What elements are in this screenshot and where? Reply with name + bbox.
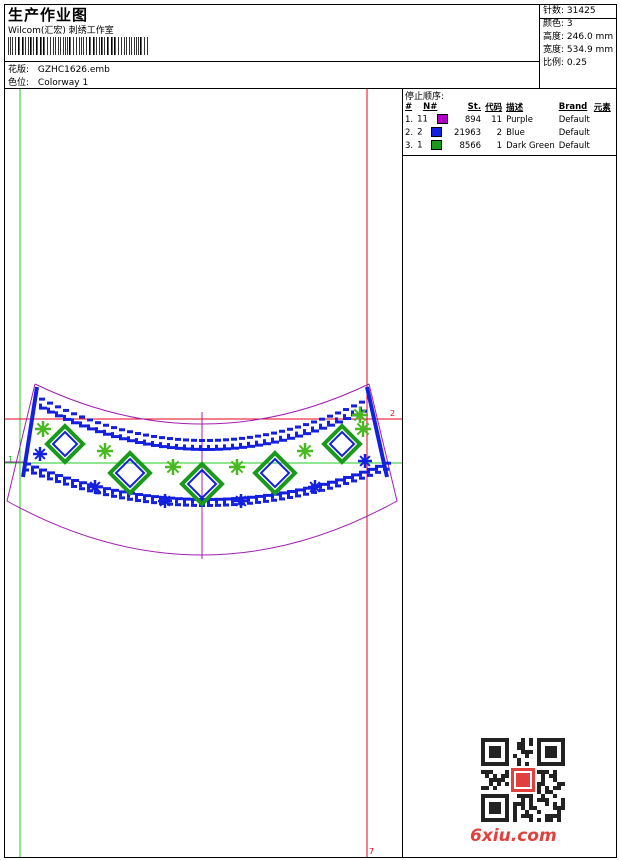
col-index: #	[405, 101, 413, 112]
row-stitches: 21963	[454, 127, 482, 138]
color-swatch	[431, 127, 443, 138]
side-panel-divider	[402, 88, 403, 858]
stats-panel: 针数: 31425 颜色: 3 高度: 246.0 mm 宽度: 534.9 m…	[543, 5, 613, 70]
thread-row: 3. 1 8566 1 Dark Green Default	[403, 139, 613, 152]
row-description: Blue	[506, 127, 525, 138]
row-brand: Default	[558, 114, 590, 125]
row-code: 11	[491, 114, 503, 125]
col-description: 描述	[506, 102, 524, 113]
guide-label-1: 1	[8, 455, 13, 464]
company-name: Wilcom(汇宏) 刺绣工作室	[8, 26, 114, 36]
height-row: 高度: 246.0 mm	[543, 31, 613, 44]
colorway-value: Colorway 1	[37, 78, 89, 88]
row-stitches: 8566	[459, 140, 482, 151]
row-needle: 2	[415, 126, 450, 139]
design-label: 花版:	[8, 65, 30, 75]
stitches-value: 31425	[566, 6, 596, 16]
row-description: Dark Green	[506, 140, 555, 151]
row-code: 1	[496, 140, 503, 151]
embroidery-canvas: 1 2 7	[5, 89, 402, 857]
scale-value: 0.25	[566, 58, 587, 68]
colorway-label: 色位:	[8, 78, 30, 88]
height-value: 246.0 mm	[566, 32, 614, 42]
colorway-row: 色位: Colorway 1	[8, 75, 88, 88]
color-swatch	[431, 140, 443, 151]
row-needle: 11	[415, 113, 450, 126]
embroidery-design	[21, 386, 391, 508]
design-row: 花版: GZHC1626.emb	[8, 62, 110, 75]
design-value: GZHC1626.emb	[37, 65, 110, 75]
colors-value: 3	[566, 19, 573, 29]
page-title: 生产作业图	[8, 6, 89, 24]
stitches-label: 针数:	[543, 6, 565, 16]
row-needle: 1	[415, 139, 450, 152]
stitches-row: 针数: 31425	[543, 5, 613, 18]
row-element	[592, 113, 613, 126]
row-element	[592, 126, 613, 139]
height-label: 高度:	[543, 32, 565, 42]
scale-row: 比例: 0.25	[543, 57, 613, 70]
thread-row: 1. 11 894 11 Purple Default	[403, 113, 613, 126]
thread-row: 2. 2 21963 2 Blue Default	[403, 126, 613, 139]
row-brand: Default	[558, 127, 590, 138]
width-row: 宽度: 534.9 mm	[543, 44, 613, 57]
row-element	[592, 139, 613, 152]
width-label: 宽度:	[543, 45, 565, 55]
row-index: 2.	[405, 127, 414, 138]
col-needle: N#	[423, 101, 438, 112]
row-index: 3.	[405, 140, 414, 151]
row-stitches: 894	[464, 114, 482, 125]
table-bottom-divider	[402, 155, 617, 156]
row-index: 1.	[405, 114, 414, 125]
row-brand: Default	[558, 140, 590, 151]
col-stitches: St.	[467, 101, 482, 112]
qr-code-icon	[481, 738, 565, 822]
thread-table: # N# St. 代码 描述 Brand 元素 1. 11 894 11 Purple…	[403, 100, 613, 152]
width-value: 534.9 mm	[566, 45, 614, 55]
row-code: 2	[496, 127, 503, 138]
row-description: Purple	[506, 114, 533, 125]
colors-row: 颜色: 3	[543, 18, 613, 31]
col-code: 代码	[485, 102, 503, 113]
colors-label: 颜色:	[543, 19, 565, 29]
color-swatch	[436, 114, 448, 125]
guide-label-7: 7	[369, 847, 374, 856]
stats-divider	[539, 4, 540, 88]
guide-label-2: 2	[390, 409, 395, 418]
watermark-logo: 6xiu.com	[470, 826, 557, 846]
thread-table-header: # N# St. 代码 描述 Brand 元素	[403, 100, 613, 113]
barcode-icon	[8, 37, 148, 55]
col-brand: Brand	[558, 101, 588, 112]
scale-label: 比例:	[543, 58, 565, 68]
col-element: 元素	[593, 102, 611, 113]
